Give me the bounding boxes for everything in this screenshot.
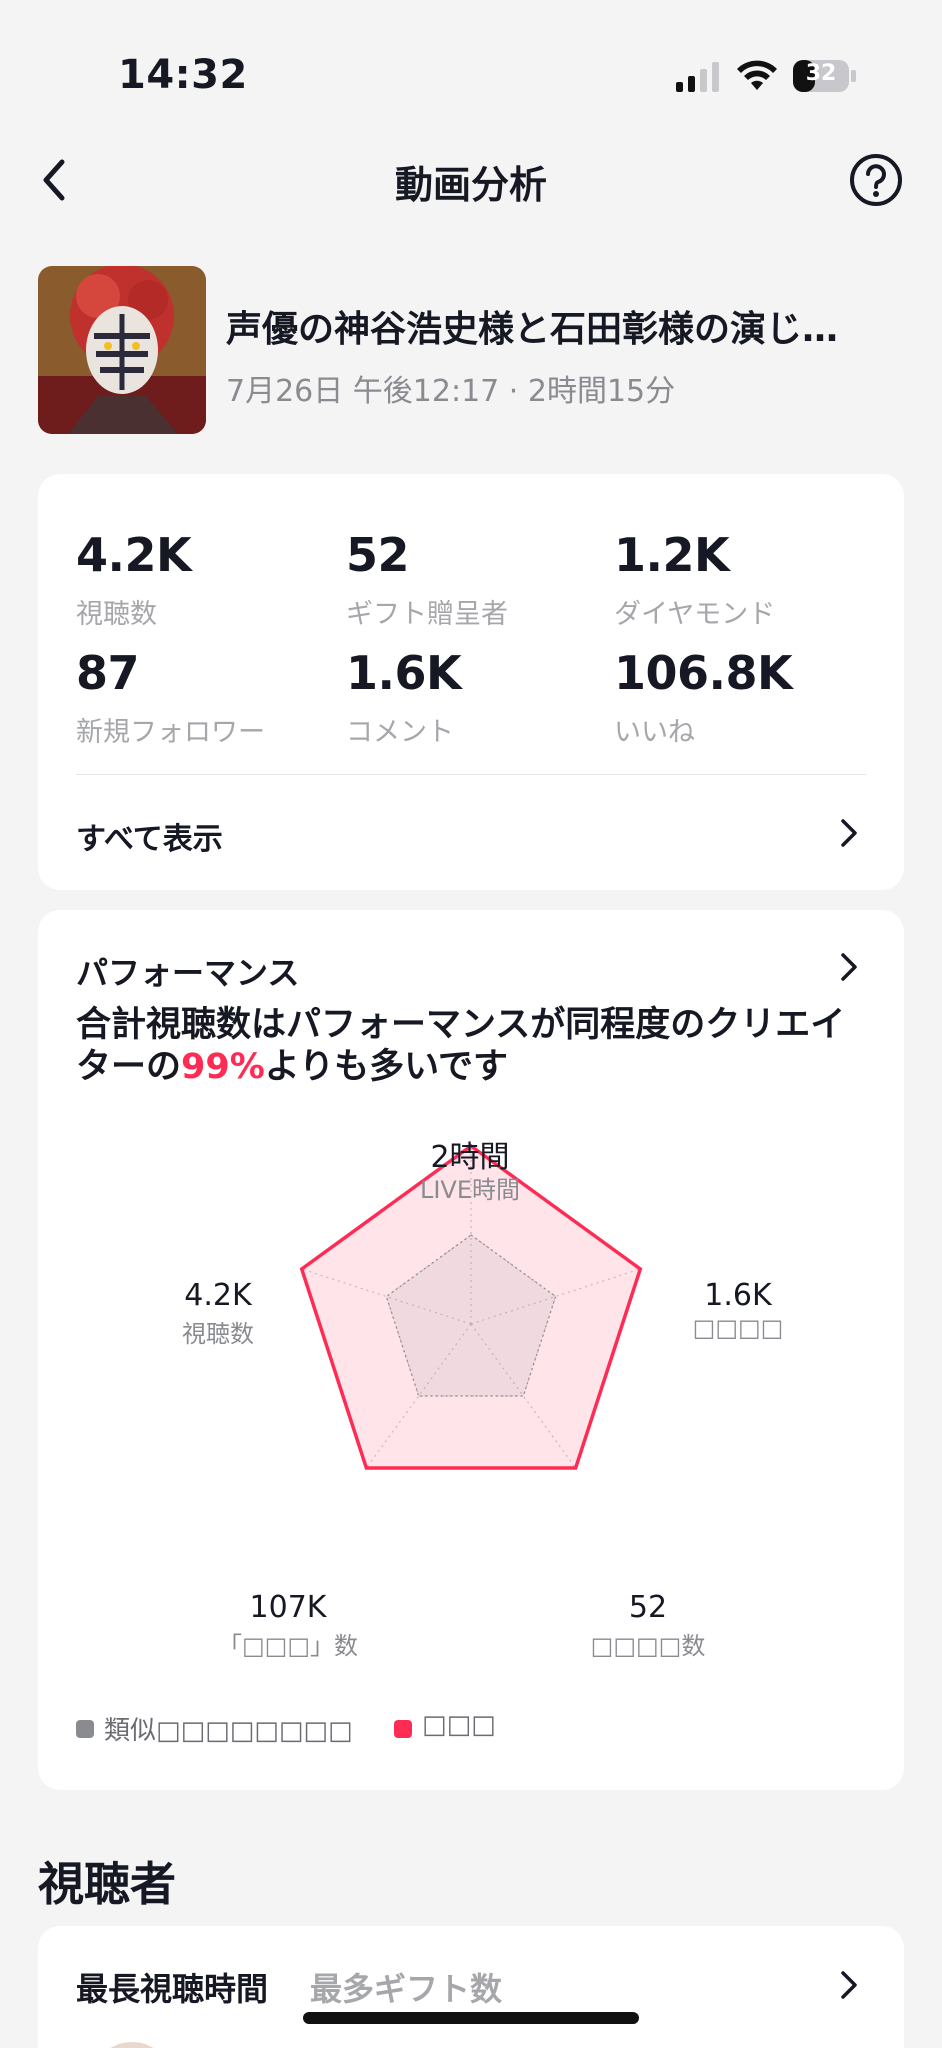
- stat-label: いいね: [614, 717, 695, 748]
- status-bar: 14:32 32: [0, 0, 942, 150]
- video-title: 声優の神谷浩史様と石田彰様の演じ…: [226, 309, 839, 350]
- axis-value-likes: 107K: [249, 1590, 327, 1625]
- show-all-label: すべて表示: [76, 822, 223, 857]
- tab-most-gifts[interactable]: 最多ギフト数: [310, 1964, 502, 2010]
- axis-value-comments: 1.6K: [704, 1278, 772, 1313]
- viewers-card: 最長視聴時間 最多ギフト数: [38, 1926, 904, 2048]
- stat-gifters: 52 ギフト贈呈者: [346, 532, 508, 631]
- battery-icon: 32: [792, 58, 858, 94]
- stat-label: ギフト贈呈者: [346, 599, 508, 630]
- legend-swatch-you: [394, 1720, 412, 1738]
- stat-label: ダイヤモンド: [614, 599, 776, 630]
- stat-comments: 1.6K コメント: [346, 646, 462, 749]
- stat-value: 106.8K: [614, 646, 793, 700]
- wifi-icon: [737, 60, 777, 90]
- video-thumbnail: [38, 266, 206, 434]
- performance-card: パフォーマンス 合計視聴数はパフォーマンスが同程度のクリエイターの99%よりも多…: [38, 910, 904, 1790]
- stat-value: 52: [346, 528, 410, 582]
- axis-label-live-time: LIVE時間: [419, 1176, 521, 1204]
- stat-likes: 106.8K いいね: [614, 646, 793, 749]
- legend-label-you: □□□: [422, 1710, 496, 1740]
- stat-value: 87: [76, 646, 140, 700]
- summary-highlight: 99%: [181, 1047, 265, 1087]
- axis-label-comments: □□□□: [692, 1314, 784, 1342]
- chevron-right-icon[interactable]: [838, 1968, 860, 2002]
- stat-label: コメント: [346, 717, 454, 748]
- axis-label-likes: 「□□□」数: [217, 1632, 359, 1660]
- page-title: 動画分析: [394, 163, 547, 207]
- chevron-right-icon: [841, 819, 857, 847]
- tab-longest-watch[interactable]: 最長視聴時間: [76, 1964, 268, 2010]
- viewers-section-title: 視聴者: [38, 1857, 176, 1911]
- chart-legend: 類似□□□□□□□□ □□□: [76, 1710, 876, 1750]
- axis-label-views: 視聴数: [182, 1320, 254, 1348]
- stat-new-followers: 87 新規フォロワー: [76, 650, 265, 749]
- legend-label-similar: 類似□□□□□□□□: [104, 1716, 353, 1746]
- battery-level: 32: [805, 61, 837, 86]
- stats-card: 4.2K 視聴数 52 ギフト贈呈者 1.2K ダイヤモンド 87 新規フォロワ…: [38, 474, 904, 890]
- status-time: 14:32: [118, 52, 248, 98]
- stat-label: 視聴数: [76, 599, 157, 630]
- show-all-row[interactable]: すべて表示: [38, 774, 904, 890]
- chevron-right-icon: [841, 953, 857, 981]
- stat-diamonds: 1.2K ダイヤモンド: [614, 532, 775, 631]
- axis-value-views: 4.2K: [184, 1278, 252, 1313]
- legend-swatch-similar: [76, 1720, 94, 1738]
- home-indicator: [303, 2012, 639, 2024]
- performance-summary: 合計視聴数はパフォーマンスが同程度のクリエイターの99%よりも多いです: [76, 1004, 856, 1088]
- performance-title: パフォーマンス: [76, 954, 300, 992]
- stat-value: 1.6K: [346, 646, 462, 700]
- nav-bar: 動画分析: [0, 140, 942, 220]
- summary-text-end: よりも多いです: [264, 1047, 509, 1087]
- video-meta: 7月26日 午後12:17 · 2時間15分: [226, 374, 676, 409]
- avatar: [90, 2042, 174, 2048]
- stat-value: 1.2K: [614, 528, 730, 582]
- performance-header[interactable]: パフォーマンス: [38, 910, 904, 996]
- video-header[interactable]: 声優の神谷浩史様と石田彰様の演じ… 7月26日 午後12:17 · 2時間15分: [38, 266, 908, 436]
- help-icon[interactable]: [848, 152, 904, 208]
- axis-value-gifters: 52: [628, 1590, 668, 1625]
- stat-value: 4.2K: [76, 528, 192, 582]
- axis-label-gifters: □□□□数: [590, 1632, 706, 1660]
- stat-label: 新規フォロワー: [76, 717, 265, 748]
- cellular-signal-icon: [676, 62, 719, 92]
- stat-views: 4.2K 視聴数: [76, 528, 192, 631]
